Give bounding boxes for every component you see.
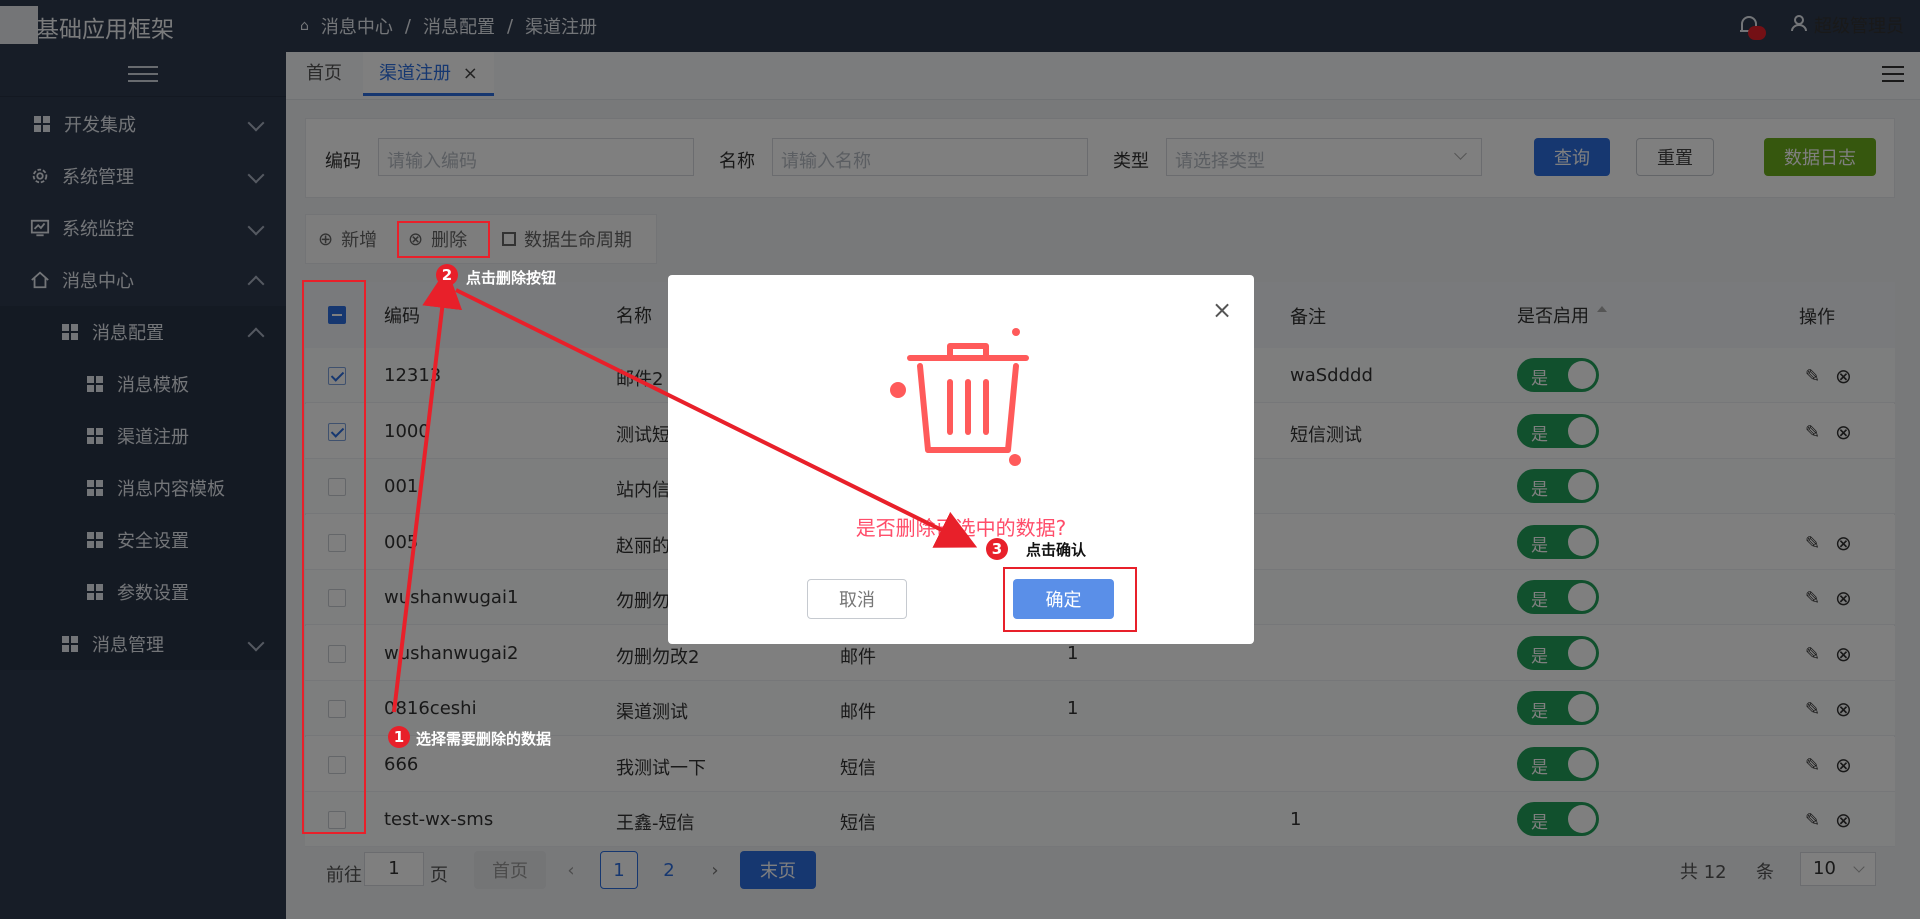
annotation-arrows	[392, 268, 978, 713]
annotation-number: 1	[388, 726, 410, 748]
annotation-number: 3	[986, 538, 1008, 560]
annotation-text: 选择需要删除的数据	[416, 730, 552, 748]
annotation-number: 2	[436, 264, 458, 286]
annotation-text: 点击删除按钮	[466, 269, 557, 287]
annotation-text: 点击确认	[1026, 541, 1087, 559]
